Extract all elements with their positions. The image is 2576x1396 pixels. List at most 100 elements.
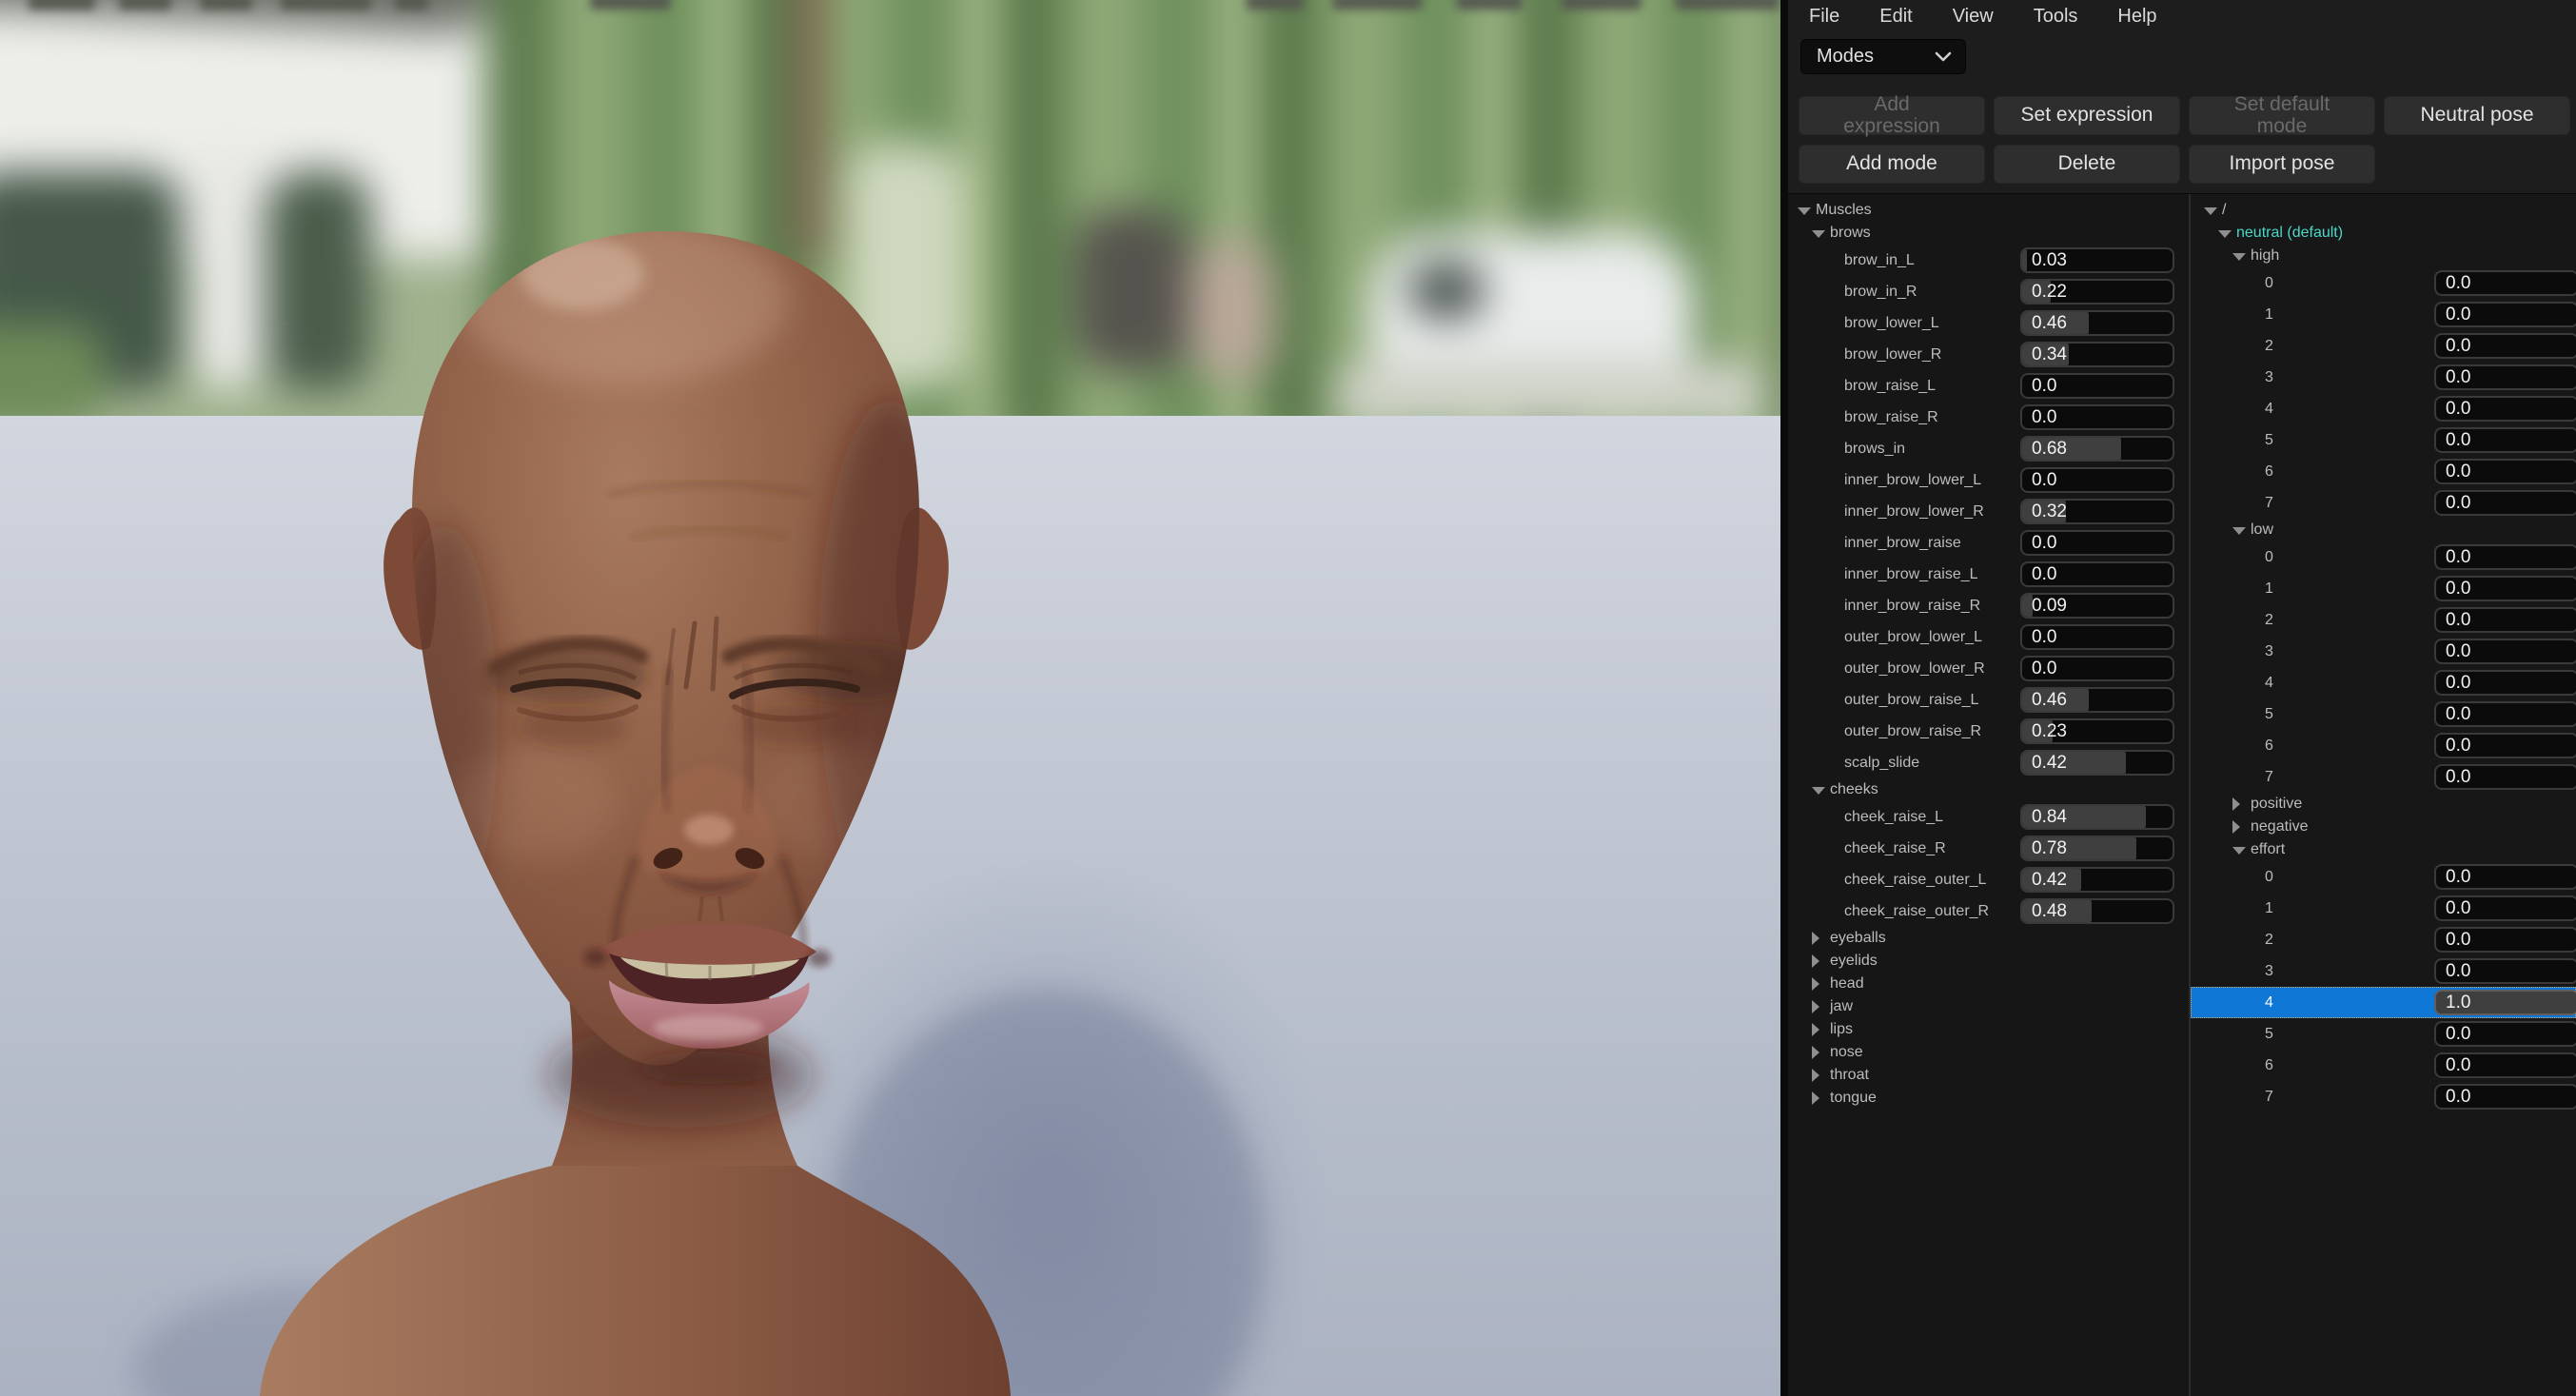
muscle-row-outer-brow-raise-r[interactable]: outer_brow_raise_R0.23 <box>1788 716 2189 747</box>
chevron-collapsed-icon[interactable] <box>1812 1091 1819 1105</box>
channel-row-low-3[interactable]: 30.0 <box>2191 636 2576 667</box>
chevron-expanded-icon[interactable] <box>2232 847 2246 855</box>
tree-row-low[interactable]: low <box>2191 519 2576 541</box>
value-slider[interactable]: 0.34 <box>2020 342 2174 367</box>
value-slider[interactable]: 0.03 <box>2020 247 2174 273</box>
channel-row-high-6[interactable]: 60.0 <box>2191 456 2576 487</box>
value-slider[interactable]: 0.0 <box>2020 624 2174 650</box>
tree-row-head[interactable]: head <box>1788 973 2189 995</box>
channel-row-low-2[interactable]: 20.0 <box>2191 604 2576 636</box>
tree-row-eyeballs[interactable]: eyeballs <box>1788 927 2189 950</box>
value-slider[interactable]: 0.0 <box>2434 544 2576 570</box>
channel-row-low-7[interactable]: 70.0 <box>2191 761 2576 793</box>
tree-row-throat[interactable]: throat <box>1788 1064 2189 1087</box>
chevron-collapsed-icon[interactable] <box>1812 954 1819 968</box>
value-slider[interactable]: 0.48 <box>2020 898 2174 924</box>
tree-row-high[interactable]: high <box>2191 245 2576 267</box>
value-slider[interactable]: 0.0 <box>2434 1084 2576 1110</box>
tree-row-tongue[interactable]: tongue <box>1788 1087 2189 1110</box>
channel-row-high-2[interactable]: 20.0 <box>2191 330 2576 362</box>
value-slider[interactable]: 0.0 <box>2434 333 2576 359</box>
chevron-expanded-icon[interactable] <box>2218 230 2232 238</box>
channel-row-high-1[interactable]: 10.0 <box>2191 299 2576 330</box>
chevron-collapsed-icon[interactable] <box>2232 797 2240 811</box>
channel-row-effort-3[interactable]: 30.0 <box>2191 955 2576 987</box>
value-slider[interactable]: 0.78 <box>2020 836 2174 861</box>
value-slider[interactable]: 0.0 <box>2434 1021 2576 1047</box>
value-slider[interactable]: 0.0 <box>2020 373 2174 399</box>
value-slider[interactable]: 0.42 <box>2020 867 2174 893</box>
tree-row-negative[interactable]: negative <box>2191 816 2576 838</box>
chevron-collapsed-icon[interactable] <box>1812 1023 1819 1036</box>
muscle-row-cheek-raise-l[interactable]: cheek_raise_L0.84 <box>1788 801 2189 833</box>
value-slider[interactable]: 0.42 <box>2020 750 2174 776</box>
value-slider[interactable]: 0.0 <box>2020 404 2174 430</box>
value-slider[interactable]: 0.0 <box>2434 270 2576 296</box>
channel-row-high-7[interactable]: 70.0 <box>2191 487 2576 519</box>
channel-row-high-3[interactable]: 30.0 <box>2191 362 2576 393</box>
muscle-row-brow-lower-r[interactable]: brow_lower_R0.34 <box>1788 339 2189 370</box>
tree-row-neutral-default[interactable]: neutral (default) <box>2191 222 2576 245</box>
value-slider[interactable]: 0.0 <box>2434 459 2576 484</box>
value-slider[interactable]: 0.0 <box>2434 764 2576 790</box>
menu-item-file[interactable]: File <box>1805 4 1843 29</box>
value-slider[interactable]: 0.68 <box>2020 436 2174 462</box>
value-slider[interactable]: 0.09 <box>2020 593 2174 619</box>
channel-row-low-5[interactable]: 50.0 <box>2191 698 2576 730</box>
value-slider[interactable]: 0.0 <box>2020 530 2174 556</box>
muscle-row-inner-brow-raise[interactable]: inner_brow_raise0.0 <box>1788 527 2189 559</box>
value-slider[interactable]: 0.84 <box>2020 804 2174 830</box>
muscle-row-brow-lower-l[interactable]: brow_lower_L0.46 <box>1788 307 2189 339</box>
channel-row-effort-4[interactable]: 41.0 <box>2191 987 2576 1018</box>
channel-row-effort-2[interactable]: 20.0 <box>2191 924 2576 955</box>
muscle-row-outer-brow-raise-l[interactable]: outer_brow_raise_L0.46 <box>1788 684 2189 716</box>
tree-row-nose[interactable]: nose <box>1788 1041 2189 1064</box>
muscle-row-brow-in-r[interactable]: brow_in_R0.22 <box>1788 276 2189 307</box>
chevron-expanded-icon[interactable] <box>2204 207 2217 215</box>
chevron-expanded-icon[interactable] <box>1812 787 1825 795</box>
tree-row-lips[interactable]: lips <box>1788 1018 2189 1041</box>
muscle-row-brow-raise-r[interactable]: brow_raise_R0.0 <box>1788 402 2189 433</box>
muscle-row-inner-brow-raise-l[interactable]: inner_brow_raise_L0.0 <box>1788 559 2189 590</box>
chevron-expanded-icon[interactable] <box>2232 253 2246 261</box>
set-expression-button[interactable]: Set expression <box>1994 96 2180 135</box>
muscle-row-cheek-raise-r[interactable]: cheek_raise_R0.78 <box>1788 833 2189 864</box>
chevron-expanded-icon[interactable] <box>2232 527 2246 535</box>
value-slider[interactable]: 0.0 <box>2434 490 2576 516</box>
channel-row-low-6[interactable]: 60.0 <box>2191 730 2576 761</box>
modes-dropdown[interactable]: Modes <box>1800 39 1966 74</box>
value-slider[interactable]: 0.0 <box>2020 467 2174 493</box>
channel-row-low-4[interactable]: 40.0 <box>2191 667 2576 698</box>
viewport-3d[interactable] <box>0 0 1780 1396</box>
value-slider[interactable]: 0.0 <box>2020 561 2174 587</box>
value-slider[interactable]: 0.0 <box>2434 895 2576 921</box>
value-slider[interactable]: 0.0 <box>2434 701 2576 727</box>
tree-row-brows[interactable]: brows <box>1788 222 2189 245</box>
chevron-collapsed-icon[interactable] <box>1812 977 1819 991</box>
value-slider[interactable]: 0.0 <box>2434 364 2576 390</box>
muscle-row-brows-in[interactable]: brows_in0.68 <box>1788 433 2189 464</box>
value-slider[interactable]: 0.0 <box>2434 927 2576 953</box>
value-slider[interactable]: 0.32 <box>2020 499 2174 524</box>
chevron-expanded-icon[interactable] <box>1812 230 1825 238</box>
value-slider[interactable]: 0.22 <box>2020 279 2174 305</box>
tree-row-positive[interactable]: positive <box>2191 793 2576 816</box>
channel-row-high-4[interactable]: 40.0 <box>2191 393 2576 424</box>
muscle-row-cheek-raise-outer-l[interactable]: cheek_raise_outer_L0.42 <box>1788 864 2189 895</box>
channel-row-low-0[interactable]: 00.0 <box>2191 541 2576 573</box>
tree-row-effort[interactable]: effort <box>2191 838 2576 861</box>
menu-item-edit[interactable]: Edit <box>1876 4 1916 29</box>
value-slider[interactable]: 0.0 <box>2020 656 2174 681</box>
value-slider[interactable]: 0.23 <box>2020 718 2174 744</box>
tree-row-muscles[interactable]: Muscles <box>1788 199 2189 222</box>
channel-row-low-1[interactable]: 10.0 <box>2191 573 2576 604</box>
channel-row-high-5[interactable]: 50.0 <box>2191 424 2576 456</box>
delete-button[interactable]: Delete <box>1994 145 2180 184</box>
value-slider[interactable]: 0.0 <box>2434 864 2576 890</box>
neutral-pose-button[interactable]: Neutral pose <box>2384 96 2570 135</box>
import-pose-button[interactable]: Import pose <box>2189 145 2375 184</box>
muscle-row-outer-brow-lower-r[interactable]: outer_brow_lower_R0.0 <box>1788 653 2189 684</box>
menu-item-help[interactable]: Help <box>2114 4 2160 29</box>
muscle-row-inner-brow-raise-r[interactable]: inner_brow_raise_R0.09 <box>1788 590 2189 621</box>
tree-row-cheeks[interactable]: cheeks <box>1788 778 2189 801</box>
